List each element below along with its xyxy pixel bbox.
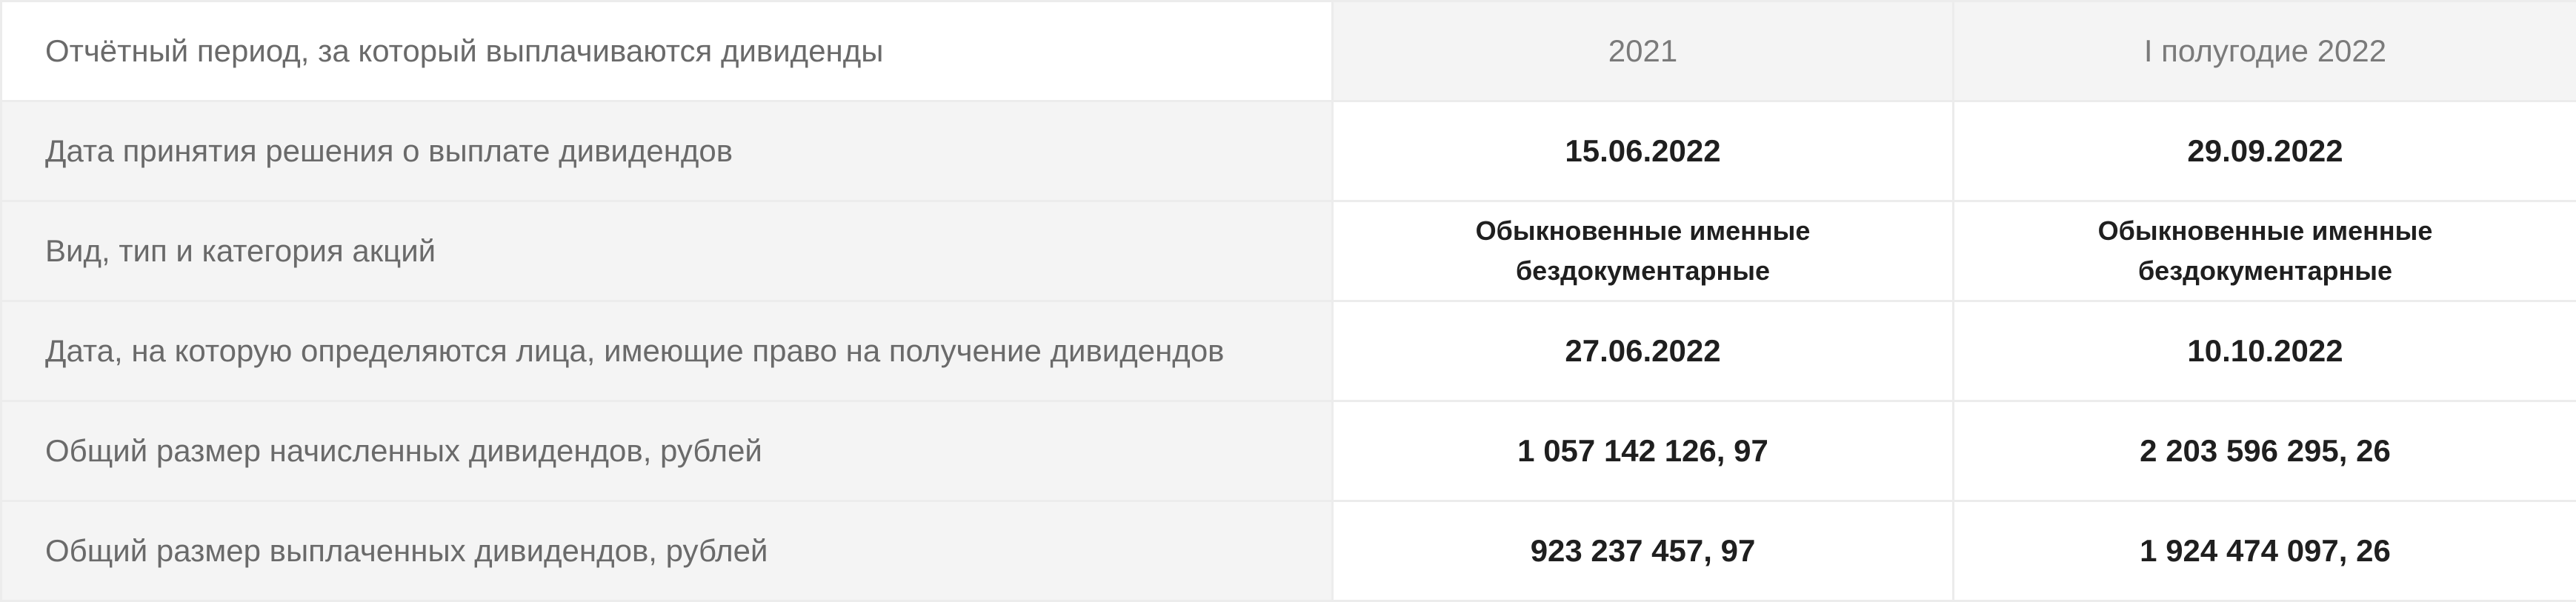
declared-dividends-h1-2022: 2 203 596 295, 26 <box>1952 400 2576 502</box>
paid-dividends-h1-2022: 1 924 474 097, 26 <box>1952 500 2576 602</box>
table-row: Вид, тип и категория акций Обыкновенные … <box>0 200 2576 302</box>
period-h1-2022-header: I полугодие 2022 <box>1952 0 2576 102</box>
record-date-2021: 27.06.2022 <box>1331 300 1954 402</box>
decision-date-2021: 15.06.2022 <box>1331 100 1954 202</box>
share-type-h1-2022-line-2: бездокументарные <box>2137 255 2393 286</box>
table-row: Общий размер начисленных дивидендов, руб… <box>0 400 2576 502</box>
record-date-label: Дата, на которую определяются лица, имею… <box>0 300 1334 402</box>
share-type-h1-2022: Обыкновенные именные бездокументарные <box>1952 200 2576 302</box>
share-type-2021: Обыкновенные именные бездокументарные <box>1331 200 1954 302</box>
share-type-2021-line-2: бездокументарные <box>1515 255 1771 286</box>
table-row: Дата, на которую определяются лица, имею… <box>0 300 2576 402</box>
share-type-2021-line-1: Обыкновенные именные <box>1475 215 1811 246</box>
period-2021-header: 2021 <box>1331 0 1954 102</box>
share-type-label: Вид, тип и категория акций <box>0 200 1334 302</box>
table-header-row: Отчётный период, за который выплачиваютс… <box>0 0 2576 102</box>
declared-dividends-2021: 1 057 142 126, 97 <box>1331 400 1954 502</box>
decision-date-h1-2022: 29.09.2022 <box>1952 100 2576 202</box>
declared-dividends-label: Общий размер начисленных дивидендов, руб… <box>0 400 1334 502</box>
table-row: Дата принятия решения о выплате дивиденд… <box>0 100 2576 202</box>
share-type-h1-2022-line-1: Обыкновенные именные <box>2097 215 2433 246</box>
reporting-period-label: Отчётный период, за который выплачиваютс… <box>0 0 1334 102</box>
record-date-h1-2022: 10.10.2022 <box>1952 300 2576 402</box>
paid-dividends-label: Общий размер выплаченных дивидендов, руб… <box>0 500 1334 602</box>
decision-date-label: Дата принятия решения о выплате дивиденд… <box>0 100 1334 202</box>
dividends-table: Отчётный период, за который выплачиваютс… <box>0 0 2576 602</box>
table-row: Общий размер выплаченных дивидендов, руб… <box>0 500 2576 602</box>
paid-dividends-2021: 923 237 457, 97 <box>1331 500 1954 602</box>
